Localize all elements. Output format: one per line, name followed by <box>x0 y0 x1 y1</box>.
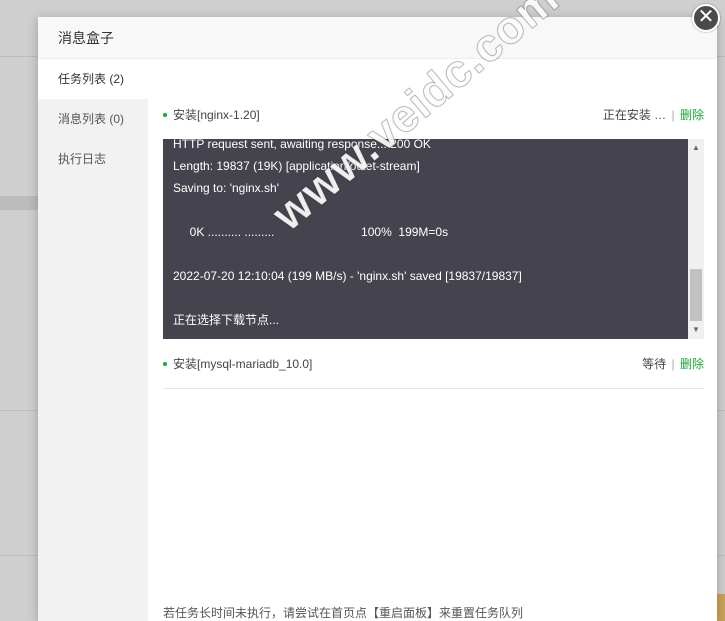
action-separator: | <box>671 108 675 122</box>
task-row: 安装[mysql-mariadb_10.0] 等待 | 删除 <box>163 349 704 389</box>
sidebar-item-label: 任务列表 (2) <box>58 72 125 86</box>
scroll-down-icon[interactable]: ▼ <box>688 323 704 337</box>
message-box-dialog: 消息盒子 任务列表 (2) 消息列表 (0) 执行日志 安装[nginx-1.2… <box>38 0 717 621</box>
task-actions: 正在安装 … | 删除 <box>603 100 704 130</box>
background-block <box>0 196 38 210</box>
sidebar-item-execution-log[interactable]: 执行日志 <box>38 139 148 179</box>
delete-task-button[interactable]: 删除 <box>680 357 704 371</box>
footer-note: 若任务长时间未执行，请尝试在首页点【重启面板】来重置任务队列 <box>163 606 524 620</box>
dialog-title: 消息盒子 <box>58 30 114 46</box>
scroll-up-icon[interactable]: ▲ <box>688 141 704 155</box>
status-dot-icon <box>163 112 167 117</box>
sidebar-item-message-list[interactable]: 消息列表 (0) <box>38 99 148 139</box>
console-line: Length: 19837 (19K) [application/octet-s… <box>173 159 420 173</box>
console-line: 0K .......... ......... 100% 199M=0s <box>173 225 449 239</box>
console-scrollbar[interactable]: ▲ ▼ <box>688 139 704 339</box>
delete-task-button[interactable]: 删除 <box>680 108 704 122</box>
console-line: 正在选择下载节点... <box>173 313 280 327</box>
sidebar-item-label: 消息列表 (0) <box>58 112 125 126</box>
console-line: 2022-07-20 12:10:04 (199 MB/s) - 'nginx.… <box>173 269 522 283</box>
task-name: 安装[nginx-1.20] <box>173 108 260 122</box>
close-button[interactable]: ✕ <box>692 4 720 32</box>
task-status: 等待 <box>642 357 667 371</box>
background-edge <box>717 594 725 621</box>
task-status: 正在安装 … <box>602 108 667 122</box>
console-line: Saving to: 'nginx.sh' <box>173 181 279 195</box>
console-line: HTTP request sent, awaiting response... … <box>173 139 431 151</box>
task-list-panel: 安装[nginx-1.20] 正在安装 … | 删除 HTTP request … <box>163 59 704 621</box>
status-dot-icon <box>163 361 167 366</box>
task-name: 安装[mysql-mariadb_10.0] <box>173 357 313 371</box>
console-output: HTTP request sent, awaiting response... … <box>173 139 683 331</box>
scrollbar-thumb[interactable] <box>690 269 702 321</box>
sidebar-item-task-list[interactable]: 任务列表 (2) <box>38 59 148 99</box>
sidebar-item-label: 执行日志 <box>58 152 107 166</box>
task-actions: 等待 | 删除 <box>642 349 704 379</box>
action-separator: | <box>671 357 675 371</box>
close-icon: ✕ <box>697 6 715 28</box>
dialog-header: 消息盒子 <box>38 17 717 59</box>
sidebar: 任务列表 (2) 消息列表 (0) 执行日志 <box>38 59 148 621</box>
install-log-console[interactable]: HTTP request sent, awaiting response... … <box>163 139 704 339</box>
